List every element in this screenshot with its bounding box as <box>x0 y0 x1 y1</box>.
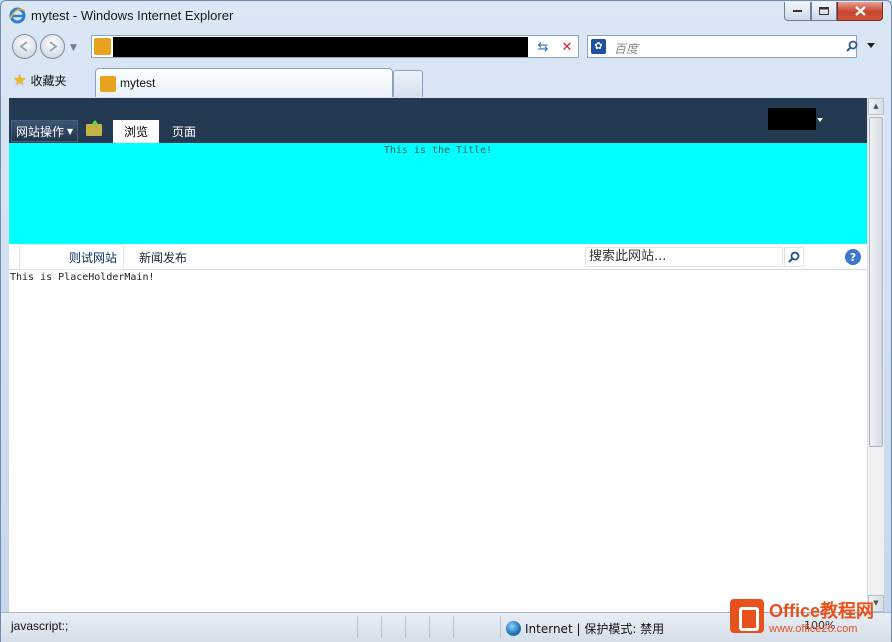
page-title: This is the Title! <box>383 145 493 156</box>
user-menu[interactable] <box>768 108 816 130</box>
recent-pages-dropdown-icon[interactable]: ▼ <box>70 43 77 53</box>
tab-browse[interactable]: 浏览 <box>113 120 159 143</box>
stop-button[interactable]: ✕ <box>556 37 578 57</box>
site-search-button[interactable] <box>784 247 804 267</box>
close-button[interactable] <box>837 2 883 21</box>
ie-logo-icon <box>9 7 26 24</box>
minimize-button[interactable] <box>784 2 811 21</box>
search-box[interactable]: ✿ 百度 <box>587 35 858 58</box>
window-title: mytest - Windows Internet Explorer <box>31 8 234 23</box>
main-placeholder-text: This is PlaceHolderMain! <box>10 272 155 283</box>
nav-item-news[interactable]: 新闻发布 <box>139 244 187 270</box>
status-divider <box>500 616 501 638</box>
star-icon: ★ <box>13 71 27 89</box>
site-actions-label: 网站操作 <box>16 124 65 139</box>
tab-label: mytest <box>120 76 156 90</box>
tab-mytest[interactable]: mytest <box>95 68 393 97</box>
refresh-button[interactable]: ⇆ <box>532 37 554 57</box>
close-icon <box>854 6 866 16</box>
site-actions-menu[interactable]: 网站操作 ▼ <box>11 120 79 142</box>
page-favicon-icon <box>94 38 111 55</box>
maximize-button[interactable] <box>811 2 837 21</box>
status-divider <box>453 616 454 638</box>
status-divider <box>405 616 406 638</box>
security-zone[interactable]: Internet | 保护模式: 禁用 <box>506 618 664 638</box>
office-logo-icon <box>730 599 764 633</box>
top-navigation: 则试网站 新闻发布 搜索此网站... ? <box>9 244 867 270</box>
forward-button[interactable] <box>40 34 65 59</box>
site-search-input[interactable]: 搜索此网站... <box>585 247 783 267</box>
title-banner: This is the Title! <box>9 143 867 244</box>
navigate-up-folder-icon[interactable] <box>86 120 102 136</box>
globe-icon <box>506 620 521 636</box>
baidu-paw-icon: ✿ <box>591 39 606 54</box>
status-divider <box>357 616 358 638</box>
tab-page[interactable]: 页面 <box>163 120 205 143</box>
sharepoint-ribbon: 网站操作 ▼ 浏览 页面 <box>9 98 867 143</box>
scroll-up-arrow-icon[interactable]: ▲ <box>868 98 884 115</box>
search-options-dropdown-icon[interactable] <box>867 43 875 48</box>
search-placeholder: 百度 <box>614 42 639 56</box>
status-divider <box>429 616 430 638</box>
address-bar[interactable]: ⇆ ✕ <box>91 35 579 58</box>
watermark-url: www.office26.com <box>769 623 858 635</box>
minimize-icon <box>792 10 802 12</box>
maximize-icon <box>818 6 829 15</box>
status-divider <box>381 616 382 638</box>
zone-text: Internet | 保护模式: 禁用 <box>525 621 665 636</box>
favorites-button[interactable]: ★ 收藏夹 <box>13 70 66 90</box>
nav-item-home[interactable]: 则试网站 <box>19 244 124 270</box>
title-bar: mytest - Windows Internet Explorer <box>1 1 891 31</box>
favorites-label: 收藏夹 <box>30 73 67 88</box>
new-tab-button[interactable] <box>393 70 423 97</box>
chevron-down-icon: ▼ <box>67 126 74 136</box>
user-menu-caret-icon[interactable] <box>817 118 823 122</box>
page-favicon-icon <box>100 76 116 92</box>
search-go-icon[interactable] <box>846 40 858 56</box>
address-input[interactable] <box>113 37 528 57</box>
back-arrow-icon <box>19 41 28 52</box>
browser-window: mytest - Windows Internet Explorer ▼ ⇆ ✕… <box>0 0 892 642</box>
watermark: Office教程网 www.office26.com <box>730 593 890 639</box>
search-icon <box>788 251 800 263</box>
watermark-title: Office教程网 <box>769 601 875 621</box>
scroll-thumb[interactable] <box>869 117 883 447</box>
forward-arrow-icon <box>49 41 58 52</box>
page-content: 网站操作 ▼ 浏览 页面 This is the Title! 则试网站 新闻发… <box>9 98 867 612</box>
back-button[interactable] <box>12 34 37 59</box>
tab-row: ★ 收藏夹 mytest <box>1 63 891 98</box>
vertical-scrollbar[interactable]: ▲ ▼ <box>867 98 884 612</box>
help-icon[interactable]: ? <box>845 249 861 265</box>
status-text: javascript:; <box>11 619 69 633</box>
address-bar-row: ▼ ⇆ ✕ ✿ 百度 <box>1 31 891 63</box>
